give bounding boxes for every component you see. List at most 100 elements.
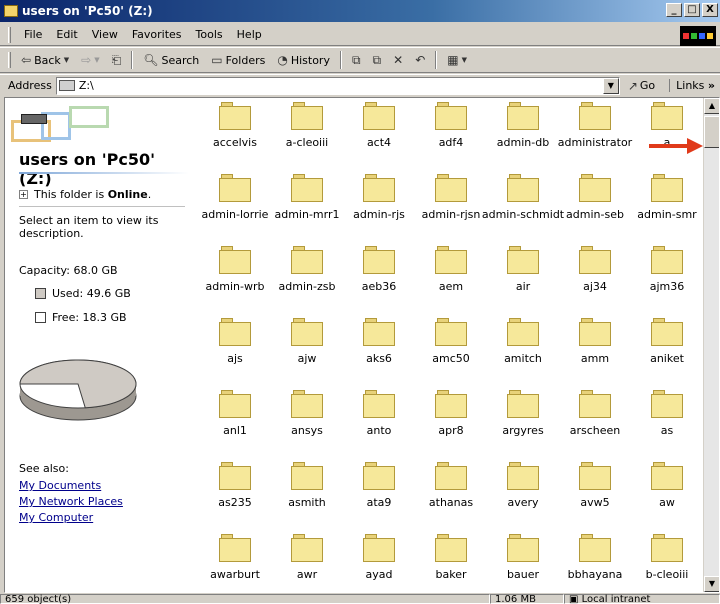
move-to-button[interactable]: ⧉ (346, 49, 367, 71)
menu-view[interactable]: View (85, 28, 125, 41)
folder-item[interactable]: bbhayana (555, 530, 635, 592)
folder-item[interactable]: admin-schmidt (482, 170, 564, 240)
folder-item[interactable]: ansys (267, 386, 347, 456)
folder-item[interactable]: admin-zsb (267, 242, 347, 312)
back-button[interactable]: ⇦ Back ▼ (15, 49, 75, 71)
used-legend: Used: 49.6 GB (35, 287, 131, 300)
folder-icon (579, 534, 611, 562)
link-my-computer[interactable]: My Computer (19, 511, 93, 524)
folder-item[interactable]: as (627, 386, 707, 456)
vertical-scrollbar[interactable]: ▲ ▼ (703, 98, 719, 592)
folder-item[interactable]: amc50 (411, 314, 491, 384)
folder-item[interactable]: ayad (339, 530, 419, 592)
folder-item[interactable]: admin-lorrie (195, 170, 275, 240)
link-my-documents[interactable]: My Documents (19, 479, 101, 492)
folders-label: Folders (225, 53, 266, 67)
undo-button[interactable]: ↶ (409, 49, 431, 71)
close-button[interactable]: X (702, 3, 718, 17)
delete-icon: ✕ (393, 53, 404, 67)
folder-item[interactable]: adf4 (411, 98, 491, 168)
folder-item[interactable]: baker (411, 530, 491, 592)
address-input[interactable]: Z:\ ▼ (55, 76, 620, 95)
folder-item[interactable]: aks6 (339, 314, 419, 384)
folder-item[interactable]: admin-rjsn (411, 170, 491, 240)
folder-item[interactable]: act4 (339, 98, 419, 168)
online-prefix: This folder is (34, 188, 108, 201)
folder-item[interactable]: aj34 (555, 242, 635, 312)
folder-label: ajm36 (649, 280, 685, 293)
folder-item[interactable]: arscheen (555, 386, 635, 456)
move-to-icon: ⧉ (351, 52, 361, 67)
delete-button[interactable]: ✕ (387, 49, 409, 71)
folder-item[interactable]: admin-seb (555, 170, 635, 240)
folder-item[interactable]: avw5 (555, 458, 635, 528)
menu-tools[interactable]: Tools (189, 28, 230, 41)
scroll-down-button[interactable]: ▼ (704, 576, 719, 592)
folder-item[interactable]: amitch (483, 314, 563, 384)
up-folder-button[interactable]: ⎗ (106, 49, 128, 71)
folder-item[interactable]: admin-db (483, 98, 563, 168)
expand-icon[interactable]: + (19, 190, 28, 199)
copy-to-button[interactable]: ⧉ (367, 49, 388, 71)
folder-item[interactable]: ajs (195, 314, 275, 384)
menu-help[interactable]: Help (230, 28, 269, 41)
maximize-button[interactable]: □ (684, 3, 700, 17)
link-my-network-places[interactable]: My Network Places (19, 495, 123, 508)
folder-item[interactable]: as235 (195, 458, 275, 528)
menu-edit[interactable]: Edit (49, 28, 84, 41)
scroll-up-button[interactable]: ▲ (704, 98, 719, 114)
folder-item[interactable]: a-cleoiii (267, 98, 347, 168)
folder-label: b-cleoiii (645, 568, 689, 581)
folder-item[interactable]: accelvis (195, 98, 275, 168)
folder-item[interactable]: ajm36 (627, 242, 707, 312)
folder-item[interactable]: admin-smr (627, 170, 707, 240)
folder-item[interactable]: argyres (483, 386, 563, 456)
menu-file[interactable]: File (17, 28, 49, 41)
folder-item[interactable]: asmith (267, 458, 347, 528)
status-size: 1.06 MB (490, 594, 564, 604)
folder-item[interactable]: air (483, 242, 563, 312)
scroll-thumb[interactable] (704, 116, 719, 148)
folder-item[interactable]: b-cleoiii (627, 530, 707, 592)
folder-item[interactable]: aniket (627, 314, 707, 384)
menu-favorites[interactable]: Favorites (125, 28, 189, 41)
used-swatch (35, 288, 46, 299)
folder-item[interactable]: aeb36 (339, 242, 419, 312)
toolbar-grip (8, 52, 11, 68)
forward-button[interactable]: ⇨ ▼ (75, 49, 105, 71)
folder-item[interactable]: ajw (267, 314, 347, 384)
folder-item[interactable]: anl1 (195, 386, 275, 456)
folder-item[interactable]: a (627, 98, 707, 168)
folder-item[interactable]: aw (627, 458, 707, 528)
search-button[interactable]: 🔍︎ Search (137, 49, 205, 71)
folder-item[interactable]: ata9 (339, 458, 419, 528)
views-button[interactable]: ▦ ▼ (441, 49, 473, 71)
toolbar-separator (435, 51, 438, 69)
go-button[interactable]: ↗ Go (628, 79, 655, 93)
folder-item[interactable]: awr (267, 530, 347, 592)
folder-icon (507, 318, 539, 346)
folder-item[interactable]: bauer (483, 530, 563, 592)
folder-item[interactable]: amm (555, 314, 635, 384)
folder-item[interactable]: aem (411, 242, 491, 312)
folder-item[interactable]: anto (339, 386, 419, 456)
folder-icon (219, 174, 251, 202)
folder-item[interactable]: admin-wrb (195, 242, 275, 312)
folder-item[interactable]: admin-mrr1 (267, 170, 347, 240)
address-dropdown-button[interactable]: ▼ (602, 77, 619, 94)
folder-icon (435, 102, 467, 130)
menu-bar: File Edit View Favorites Tools Help (0, 24, 720, 46)
folder-icon (291, 462, 323, 490)
folder-item[interactable]: apr8 (411, 386, 491, 456)
capacity-text: Capacity: 68.0 GB (19, 264, 118, 277)
address-label: Address (8, 79, 52, 92)
folder-item[interactable]: awarburt (195, 530, 275, 592)
folder-item[interactable]: athanas (411, 458, 491, 528)
minimize-button[interactable]: _ (666, 3, 682, 17)
links-toolbar[interactable]: Links » (669, 79, 715, 92)
history-button[interactable]: ◔ History (271, 49, 336, 71)
folder-item[interactable]: avery (483, 458, 563, 528)
folder-item[interactable]: admin-rjs (339, 170, 419, 240)
folders-button[interactable]: ▭ Folders (205, 49, 271, 71)
folder-item[interactable]: administrator (555, 98, 635, 168)
